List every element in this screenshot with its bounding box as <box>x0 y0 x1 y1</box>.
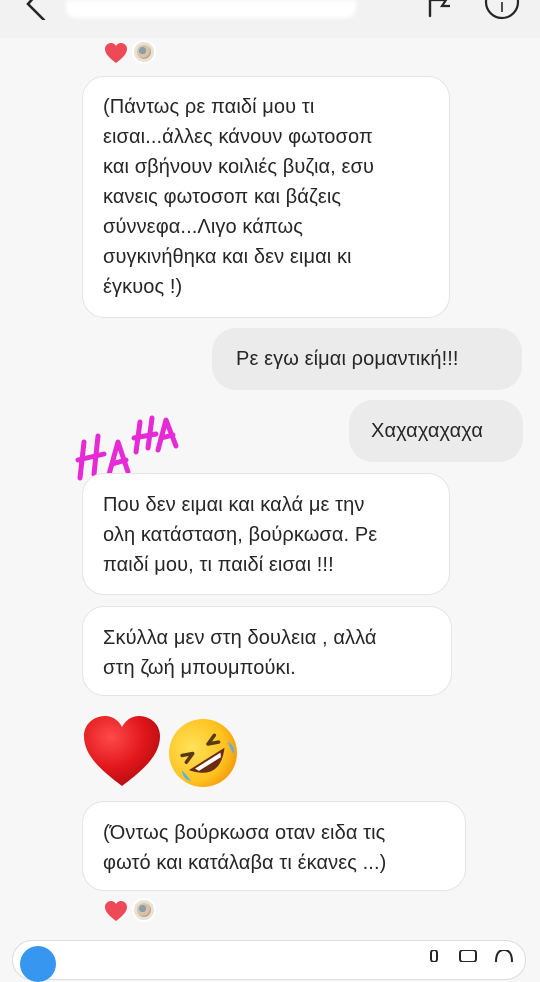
message-bubble-incoming[interactable]: (Πάντως ρε παιδί μου τι εισαι...άλλες κά… <box>82 76 450 318</box>
message-text: (Όντως βούρκωσα οταν ειδα τις φωτό και κ… <box>103 822 387 874</box>
red-heart-emoji[interactable] <box>82 714 162 788</box>
camera-icon[interactable] <box>20 946 56 982</box>
message-bubble-incoming[interactable]: Που δεν ειμαι και καλά με την ολη κατάστ… <box>82 473 450 595</box>
message-text: (Πάντως ρε παιδί μου τι εισαι...άλλες κά… <box>103 96 374 298</box>
flag-icon[interactable] <box>424 0 456 20</box>
avatar <box>132 40 156 64</box>
message-reaction[interactable] <box>104 898 164 924</box>
message-bubble-incoming[interactable]: (Όντως βούρκωσα οταν ειδα τις φωτό και κ… <box>82 801 466 891</box>
heart-icon <box>105 901 127 921</box>
message-text: Χαχαχαχαχα <box>371 420 483 442</box>
gallery-icon[interactable] <box>458 950 478 962</box>
message-bubble-outgoing[interactable]: Χαχαχαχαχα <box>349 400 523 462</box>
redacted-username <box>66 0 356 18</box>
microphone-icon[interactable] <box>424 950 444 962</box>
message-text: Που δεν ειμαι και καλά με την ολη κατάστ… <box>103 494 378 576</box>
message-reaction[interactable] <box>104 40 164 66</box>
heart-icon <box>105 43 127 63</box>
info-icon[interactable]: i <box>484 0 520 20</box>
sticker-icon[interactable] <box>494 950 514 962</box>
rolling-on-floor-laughing-emoji[interactable] <box>164 714 242 792</box>
avatar <box>132 898 156 922</box>
message-bubble-outgoing[interactable]: Ρε εγω είμαι ρομαντική!!! <box>212 328 522 390</box>
message-bubble-incoming[interactable]: Σκύλλα μεν στη δουλεια , αλλά στη ζωή μπ… <box>82 606 452 696</box>
message-text: Σκύλλα μεν στη δουλεια , αλλά στη ζωή μπ… <box>103 627 377 679</box>
message-text: Ρε εγω είμαι ρομαντική!!! <box>236 348 459 370</box>
svg-text:i: i <box>500 0 504 16</box>
message-input[interactable] <box>12 940 526 980</box>
chevron-left-icon[interactable] <box>14 0 54 20</box>
